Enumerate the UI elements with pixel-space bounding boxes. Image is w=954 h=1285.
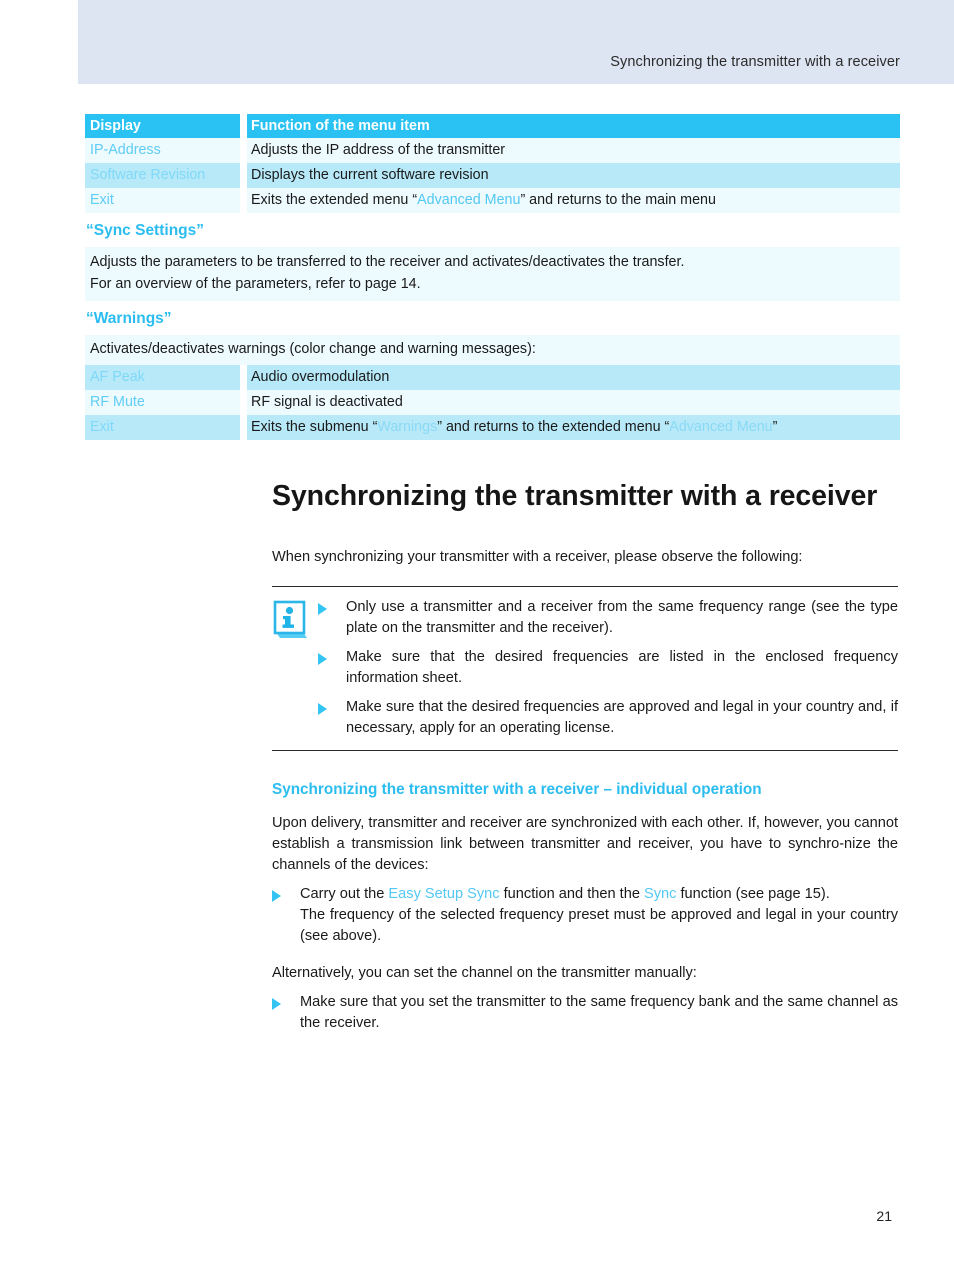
column-gap bbox=[240, 188, 247, 213]
table-row: IP-Address Adjusts the IP address of the… bbox=[85, 138, 900, 163]
advanced-menu-table: Display Function of the menu item IP-Add… bbox=[85, 114, 900, 213]
function-reference-sync: Sync bbox=[644, 886, 677, 902]
page-title: Synchronizing the transmitter with a rec… bbox=[272, 480, 878, 512]
menu-tables-area: Display Function of the menu item IP-Add… bbox=[85, 114, 901, 440]
menu-reference-warnings: Warnings bbox=[377, 419, 438, 435]
menu-item-exit: Exit bbox=[90, 192, 114, 208]
note-bullet-list: Only use a transmitter and a receiver fr… bbox=[318, 597, 898, 739]
section-heading-sync-settings: “Sync Settings” bbox=[86, 222, 204, 239]
sync-step-item: Carry out the Easy Setup Sync function a… bbox=[272, 884, 898, 947]
menu-item-software-revision: Software Revision bbox=[90, 167, 206, 183]
warning-item-exit: Exit bbox=[90, 419, 114, 435]
sync-settings-description: Adjusts the parameters to be transferred… bbox=[85, 247, 900, 301]
menu-item-description: Adjusts the IP address of the transmitte… bbox=[251, 142, 506, 158]
column-gap bbox=[240, 415, 247, 440]
sync-steps-list: Carry out the Easy Setup Sync function a… bbox=[272, 884, 898, 947]
warning-item-description: RF signal is deactivated bbox=[251, 394, 403, 410]
section-heading-individual-operation: Synchronizing the transmitter with a rec… bbox=[272, 781, 762, 798]
column-header-function: Function of the menu item bbox=[247, 114, 900, 138]
warnings-table: Activates/deactivates warnings (color ch… bbox=[85, 335, 901, 440]
column-gap bbox=[240, 163, 247, 188]
column-header-display: Display bbox=[85, 114, 240, 138]
triangle-bullet-icon bbox=[272, 889, 281, 902]
column-gap bbox=[240, 390, 247, 415]
warnings-intro-row: Activates/deactivates warnings (color ch… bbox=[85, 335, 901, 365]
sync-step-part-3: function (see page 15). bbox=[676, 886, 830, 902]
running-header-band: Synchronizing the transmitter with a rec… bbox=[78, 0, 954, 84]
menu-item-description-tail: ” and returns to the main menu bbox=[520, 192, 716, 208]
triangle-bullet-icon bbox=[318, 602, 327, 615]
section-heading-warnings: “Warnings” bbox=[86, 310, 172, 327]
sync-step-secondary-line: The frequency of the selected frequency … bbox=[300, 907, 898, 944]
table-row: AF Peak Audio overmodulation bbox=[85, 365, 901, 390]
warning-exit-part-1: Exits the submenu “ bbox=[251, 419, 378, 435]
table-header-row: Display Function of the menu item bbox=[85, 114, 900, 138]
note-bullet-item: Only use a transmitter and a receiver fr… bbox=[318, 597, 898, 639]
warnings-intro-text: Activates/deactivates warnings (color ch… bbox=[85, 335, 901, 365]
column-gap bbox=[240, 365, 247, 390]
menu-item-description: Displays the current software revision bbox=[251, 167, 489, 183]
note-bullet-text: Make sure that the desired frequencies a… bbox=[346, 699, 898, 736]
running-header-title: Synchronizing the transmitter with a rec… bbox=[610, 54, 900, 70]
column-gap bbox=[240, 138, 247, 163]
table-row: RF Mute RF signal is deactivated bbox=[85, 390, 901, 415]
sync-step-part-2: function and then the bbox=[499, 886, 644, 902]
sync-step-part-1: Carry out the bbox=[300, 886, 389, 902]
function-reference-easy-setup-sync: Easy Setup Sync bbox=[388, 886, 500, 902]
warning-exit-part-2: ” and returns to the extended menu “ bbox=[437, 419, 670, 435]
warning-item-rf-mute: RF Mute bbox=[90, 394, 145, 410]
column-gap bbox=[240, 114, 247, 138]
alternative-paragraph: Alternatively, you can set the channel o… bbox=[272, 965, 697, 981]
menu-reference-advanced-menu: Advanced Menu bbox=[669, 419, 773, 435]
individual-operation-paragraph: Upon delivery, transmitter and receiver … bbox=[272, 815, 898, 873]
sync-settings-line-1: Adjusts the parameters to be transferred… bbox=[90, 254, 685, 270]
intro-paragraph: When synchronizing your transmitter with… bbox=[272, 549, 803, 565]
info-document-icon bbox=[272, 597, 318, 648]
triangle-bullet-icon bbox=[272, 997, 281, 1010]
triangle-bullet-icon bbox=[318, 702, 327, 715]
main-content-column: Synchronizing the transmitter with a rec… bbox=[272, 480, 898, 1050]
triangle-bullet-icon bbox=[318, 652, 327, 665]
manual-steps-list: Make sure that you set the transmitter t… bbox=[272, 992, 898, 1034]
note-bullet-text: Make sure that the desired frequencies a… bbox=[346, 649, 898, 686]
note-bullet-item: Make sure that the desired frequencies a… bbox=[318, 697, 898, 739]
menu-item-description: Exits the extended menu “ bbox=[251, 192, 418, 208]
menu-item-ip-address: IP-Address bbox=[90, 142, 161, 158]
menu-reference-advanced-menu: Advanced Menu bbox=[417, 192, 521, 208]
warning-item-description: Audio overmodulation bbox=[251, 369, 390, 385]
table-row: Exit Exits the submenu “Warnings” and re… bbox=[85, 415, 901, 440]
manual-step-item: Make sure that you set the transmitter t… bbox=[272, 992, 898, 1034]
note-bullet-text: Only use a transmitter and a receiver fr… bbox=[346, 599, 898, 636]
page-number: 21 bbox=[876, 1208, 892, 1224]
note-bullet-item: Make sure that the desired frequencies a… bbox=[318, 647, 898, 689]
sync-settings-line-2: For an overview of the parameters, refer… bbox=[90, 275, 421, 292]
manual-step-text: Make sure that you set the transmitter t… bbox=[300, 994, 898, 1031]
table-row: Software Revision Displays the current s… bbox=[85, 163, 900, 188]
warning-exit-part-3: ” bbox=[772, 419, 778, 435]
warning-item-af-peak: AF Peak bbox=[90, 369, 145, 385]
note-box: Only use a transmitter and a receiver fr… bbox=[272, 586, 898, 751]
table-row: Exit Exits the extended menu “Advanced M… bbox=[85, 188, 900, 213]
